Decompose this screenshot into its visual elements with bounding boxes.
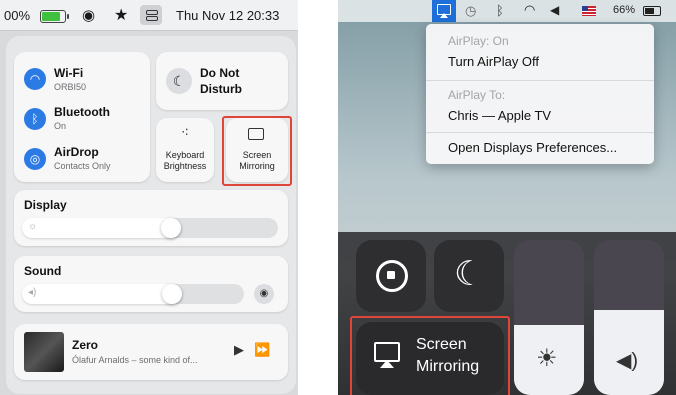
volume-slider[interactable]: ◀) (594, 240, 664, 395)
menubar-datetime: Thu Nov 12 20:33 (176, 8, 280, 23)
keyboard-brightness-icon: ⁖ (180, 124, 190, 140)
connectivity-tile: ◠ Wi-Fi ORBI50 ᛒ Bluetooth On ◎ AirDrop … (14, 52, 150, 182)
menu-bar: 00% ◉ ★ Thu Nov 12 20:33 (0, 0, 298, 31)
display-slider-knob[interactable] (161, 218, 181, 238)
user-account-icon[interactable]: ◉ (82, 6, 95, 24)
wifi-network: ORBI50 (54, 82, 87, 92)
volume-slider[interactable]: ◂) (22, 284, 244, 304)
speaker-icon: ◂) (28, 287, 37, 298)
play-icon[interactable]: ▶ (234, 342, 244, 358)
time-machine-icon[interactable]: ◷ (465, 3, 476, 19)
wifi-icon[interactable]: ◠ (24, 68, 46, 90)
keyboard-line1: Keyboard (165, 150, 205, 160)
ios-airplay-screenshot: ◷ ᛒ ◠ ◀ 66% AirPlay: On Turn AirPlay Off… (338, 0, 676, 395)
battery-percentage: 00% (4, 8, 31, 23)
display-slider-fill (22, 218, 181, 238)
volume-menu-icon[interactable]: ◀ (550, 3, 559, 17)
display-tile: Display ☼ (14, 190, 288, 246)
menu-separator (426, 80, 654, 81)
airplay-menu-icon[interactable] (432, 0, 456, 22)
macos-control-center-screenshot: 00% ◉ ★ Thu Nov 12 20:33 ◠ Wi-Fi ORBI50 … (0, 0, 298, 395)
now-playing-tile: Zero Ólafur Arnalds – some kind of... ▶ … (14, 324, 288, 380)
brightness-slider[interactable]: ☀ (514, 240, 584, 395)
speaker-icon: ◀) (616, 350, 639, 372)
display-brightness-slider[interactable]: ☼ (22, 218, 278, 238)
wifi-menu-icon[interactable]: ◠ (524, 2, 535, 18)
airdrop-icon[interactable]: ◎ (24, 148, 46, 170)
airplay-dropdown-menu: AirPlay: On Turn AirPlay Off AirPlay To:… (426, 24, 654, 164)
ios-battery-icon[interactable] (643, 6, 661, 16)
moon-icon: ☾ (454, 255, 485, 293)
screen-mirroring-highlight (222, 116, 292, 186)
wifi-title[interactable]: Wi-Fi (54, 66, 83, 80)
bluetooth-icon[interactable]: ᛒ (24, 108, 46, 130)
us-flag-icon[interactable] (582, 6, 596, 16)
ios-control-center: ☾ ☀ ◀) Screen Mirroring (338, 232, 676, 395)
airplay-status: AirPlay: On (448, 34, 509, 48)
ios-screen-mirroring-highlight (350, 316, 510, 395)
keyboard-brightness-tile[interactable]: ⁖ Keyboard Brightness (156, 118, 214, 182)
airdrop-status: Contacts Only (54, 161, 111, 171)
bluetooth-status: On (54, 121, 67, 131)
ios-battery-percentage: 66% (613, 4, 636, 16)
rotation-lock-button[interactable] (356, 240, 426, 312)
bluetooth-title[interactable]: Bluetooth (54, 105, 110, 119)
turn-airplay-off-item[interactable]: Turn AirPlay Off (448, 54, 539, 69)
dnd-line1: Do Not (200, 66, 240, 80)
open-displays-preferences-item[interactable]: Open Displays Preferences... (448, 140, 617, 155)
control-center-panel: ◠ Wi-Fi ORBI50 ᛒ Bluetooth On ◎ AirDrop … (6, 36, 296, 394)
sound-tile: Sound ◂) ◉ (14, 256, 288, 312)
keyboard-line2: Brightness (163, 161, 207, 171)
airplay-audio-icon[interactable]: ◉ (254, 284, 274, 304)
sound-label: Sound (24, 264, 62, 278)
moon-icon: ☾ (166, 68, 192, 94)
airplay-to-label: AirPlay To: (448, 88, 506, 102)
bluetooth-menu-icon[interactable]: ᛒ (496, 3, 504, 18)
do-not-disturb-button[interactable]: ☾ (434, 240, 504, 312)
do-not-disturb-tile[interactable]: ☾ Do Not Disturb (156, 52, 288, 110)
dnd-line2: Disturb (200, 82, 242, 96)
display-label: Display (24, 198, 67, 212)
control-center-menu-icon[interactable] (140, 5, 162, 25)
sound-slider-knob[interactable] (162, 284, 182, 304)
track-artist: Ólafur Arnalds – some kind of... (72, 355, 198, 365)
album-art[interactable] (24, 332, 64, 372)
sound-slider-fill (22, 284, 182, 304)
sun-icon: ☀ (536, 345, 558, 372)
star-icon[interactable]: ★ (114, 5, 128, 25)
rotation-lock-icon (376, 260, 408, 292)
track-title: Zero (72, 338, 99, 352)
fast-forward-icon[interactable]: ⏩ (254, 342, 270, 358)
battery-icon[interactable] (40, 10, 69, 23)
sun-icon: ☼ (28, 221, 38, 232)
airplay-target-item[interactable]: Chris — Apple TV (448, 108, 551, 123)
menu-separator (426, 132, 654, 133)
menu-bar-right: ◷ ᛒ ◠ ◀ 66% (338, 0, 676, 22)
airdrop-title[interactable]: AirDrop (54, 145, 99, 159)
